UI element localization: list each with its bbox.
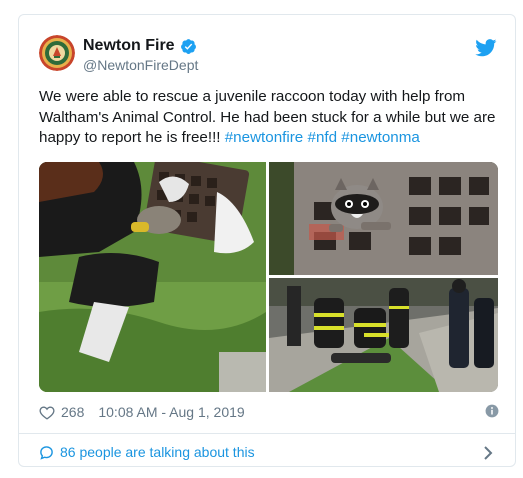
hashtag-nfd[interactable]: #nfd <box>308 129 338 146</box>
tweet-timestamp[interactable]: 10:08 AM - Aug 1, 2019 <box>98 404 244 420</box>
display-name[interactable]: Newton Fire <box>83 37 175 55</box>
hashtag-newtonma[interactable]: #newtonma <box>341 129 420 146</box>
tweet-header: Newton Fire @NewtonFireDept <box>19 15 515 85</box>
photo-rescue-grass[interactable] <box>39 162 266 392</box>
tweet-text: We were able to rescue a juvenile raccoo… <box>39 87 499 149</box>
account-names: Newton Fire @NewtonFireDept <box>83 36 198 73</box>
conversation-label: 86 people are talking about this <box>60 444 255 460</box>
heart-icon <box>39 405 55 420</box>
photo-raccoon-in-grate[interactable] <box>269 162 498 275</box>
photo-firefighters-kneeling[interactable] <box>269 278 498 392</box>
like-count: 268 <box>61 404 85 420</box>
account-handle[interactable]: @NewtonFireDept <box>83 57 198 73</box>
verified-badge-icon <box>180 38 196 54</box>
hashtag-newtonfire[interactable]: #newtonfire <box>225 129 304 146</box>
chevron-right-icon <box>484 446 493 460</box>
conversation-link[interactable]: 86 people are talking about this <box>39 440 499 464</box>
avatar[interactable] <box>39 35 75 71</box>
footer-divider <box>19 433 515 434</box>
media-grid <box>39 162 498 392</box>
newton-fire-seal-icon <box>39 35 75 71</box>
twitter-bird-icon[interactable] <box>475 39 497 57</box>
like-button[interactable]: 268 <box>39 404 84 420</box>
tweet-card: Newton Fire @NewtonFireDept We were able… <box>18 14 516 467</box>
tweet-meta: 268 10:08 AM - Aug 1, 2019 <box>39 402 499 422</box>
reply-bubble-icon <box>40 445 53 460</box>
info-icon[interactable] <box>485 404 499 418</box>
